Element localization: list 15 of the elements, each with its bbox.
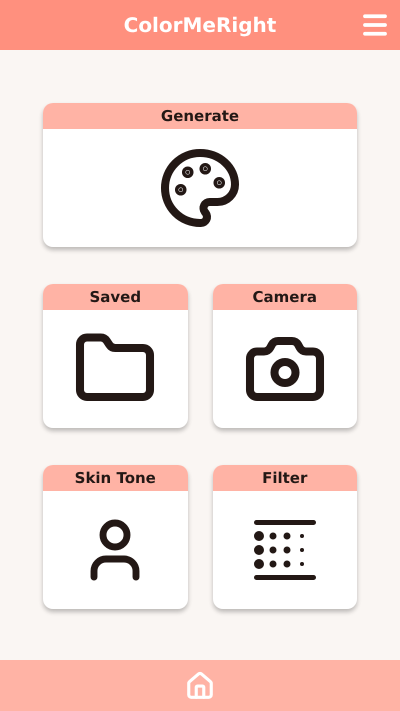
tile-button[interactable]: Saved <box>43 284 188 428</box>
tile-button[interactable]: Camera <box>212 284 357 428</box>
tile-label: Saved <box>43 284 188 310</box>
tile-button[interactable]: Skin Tone <box>43 465 188 609</box>
home-icon <box>185 670 215 700</box>
tile-label: Camera <box>212 284 357 310</box>
tile-label: Filter <box>212 465 357 491</box>
tile-label: Skin Tone <box>43 465 188 491</box>
palette-icon <box>158 146 242 230</box>
tile-button[interactable]: Filter <box>212 465 357 609</box>
tile-button[interactable]: Generate <box>43 103 357 247</box>
dot-grid-icon <box>252 517 318 583</box>
home-button[interactable] <box>185 670 215 700</box>
app-title: ColorMeRight <box>124 13 276 37</box>
tile-label: Generate <box>43 103 357 129</box>
